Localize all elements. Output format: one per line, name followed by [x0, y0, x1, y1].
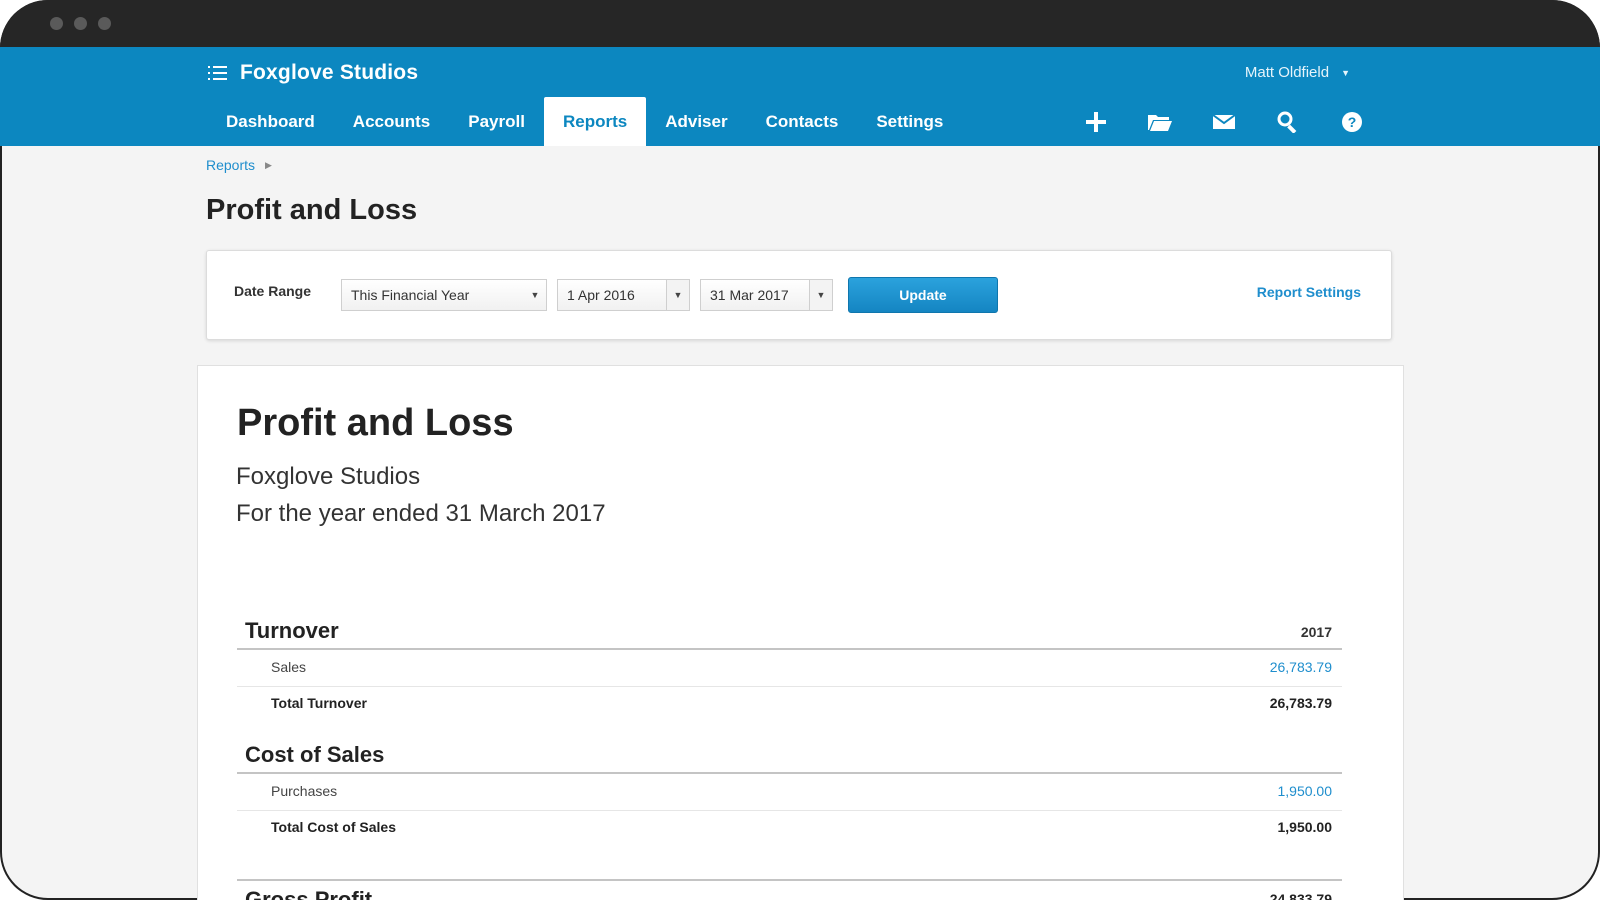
date-range-preset-value: This Financial Year — [351, 287, 470, 303]
total-row: Total Turnover 26,783.79 — [237, 686, 1342, 722]
section-header-turnover: Turnover 2017 — [237, 614, 1342, 650]
update-button[interactable]: Update — [848, 277, 998, 313]
mail-icon — [1212, 114, 1236, 129]
window-minimize-button[interactable] — [74, 17, 87, 30]
user-menu[interactable]: Matt Oldfield ▼ — [1245, 64, 1350, 81]
search-button[interactable] — [1273, 107, 1303, 137]
to-date-value: 31 Mar 2017 — [710, 287, 789, 303]
report-period: For the year ended 31 March 2017 — [236, 500, 606, 527]
breadcrumb: Reports ▶ — [206, 157, 272, 173]
app-window: Foxglove Studios Matt Oldfield ▼ Dashboa… — [0, 0, 1600, 900]
row-value-link[interactable]: 26,783.79 — [1270, 659, 1332, 675]
mail-button[interactable] — [1209, 107, 1239, 137]
add-button[interactable] — [1081, 107, 1111, 137]
svg-text:?: ? — [1348, 114, 1357, 130]
main-nav: Dashboard Accounts Payroll Reports Advis… — [207, 97, 962, 146]
gross-profit-value: 24,833.79 — [1269, 891, 1332, 900]
from-date-value: 1 Apr 2016 — [567, 287, 635, 303]
total-value: 26,783.79 — [1269, 695, 1332, 711]
report-filter-bar: Date Range This Financial Year ▼ 1 Apr 2… — [206, 250, 1392, 340]
gross-profit-row: Gross Profit 24,833.79 — [237, 879, 1342, 900]
chevron-right-icon: ▶ — [265, 159, 272, 170]
row-value-link[interactable]: 1,950.00 — [1278, 783, 1333, 799]
section-title: Turnover — [245, 618, 339, 643]
menu-icon — [208, 66, 227, 80]
tab-payroll[interactable]: Payroll — [449, 97, 544, 146]
help-icon: ? — [1342, 112, 1362, 132]
date-range-label: Date Range — [234, 283, 312, 299]
chevron-down-icon: ▼ — [809, 280, 832, 310]
year-column-header: 2017 — [1300, 624, 1332, 640]
table-row: Sales 26,783.79 — [237, 650, 1342, 687]
help-button[interactable]: ? — [1337, 107, 1367, 137]
user-name: Matt Oldfield — [1244, 64, 1330, 81]
window-close-button[interactable] — [50, 17, 63, 30]
chevron-down-icon: ▼ — [530, 290, 540, 300]
header-toolbar: ? — [1081, 104, 1367, 140]
tab-contacts[interactable]: Contacts — [747, 97, 858, 146]
org-name: Foxglove Studios — [240, 61, 419, 84]
page-title: Profit and Loss — [206, 194, 418, 226]
tab-adviser[interactable]: Adviser — [646, 97, 746, 146]
window-titlebar — [0, 0, 1600, 47]
report-org-name: Foxglove Studios — [236, 463, 421, 490]
total-value: 1,950.00 — [1277, 819, 1333, 835]
report-document: Profit and Loss Foxglove Studios For the… — [197, 365, 1404, 900]
row-label: Sales — [271, 659, 307, 675]
tab-dashboard[interactable]: Dashboard — [207, 97, 334, 146]
table-row: Purchases 1,950.00 — [237, 774, 1342, 811]
tab-settings[interactable]: Settings — [857, 97, 962, 146]
total-label: Total Cost of Sales — [271, 819, 396, 835]
section-header-cost-of-sales: Cost of Sales — [237, 738, 1342, 774]
chevron-down-icon: ▼ — [1341, 67, 1350, 78]
section-title: Cost of Sales — [245, 742, 385, 767]
app-header: Foxglove Studios Matt Oldfield ▼ Dashboa… — [0, 47, 1600, 146]
total-label: Total Turnover — [271, 695, 367, 711]
row-label: Purchases — [271, 783, 338, 799]
org-switcher[interactable]: Foxglove Studios — [208, 59, 418, 87]
tab-reports[interactable]: Reports — [543, 97, 647, 146]
search-icon — [1277, 111, 1297, 133]
gross-profit-label: Gross Profit — [245, 887, 373, 900]
plus-icon — [1086, 112, 1106, 132]
from-date-picker[interactable]: 1 Apr 2016 ▼ — [557, 279, 690, 311]
to-date-picker[interactable]: 31 Mar 2017 ▼ — [700, 279, 833, 311]
tab-accounts[interactable]: Accounts — [334, 97, 449, 146]
report-settings-link[interactable]: Report Settings — [1257, 284, 1361, 300]
chevron-down-icon: ▼ — [666, 280, 689, 310]
date-range-preset-select[interactable]: This Financial Year ▼ — [341, 279, 547, 311]
window-maximize-button[interactable] — [98, 17, 111, 30]
report-title: Profit and Loss — [237, 402, 514, 444]
breadcrumb-reports-link[interactable]: Reports — [206, 157, 255, 173]
folder-icon — [1148, 115, 1172, 131]
files-button[interactable] — [1145, 107, 1175, 137]
total-row: Total Cost of Sales 1,950.00 — [237, 810, 1342, 846]
